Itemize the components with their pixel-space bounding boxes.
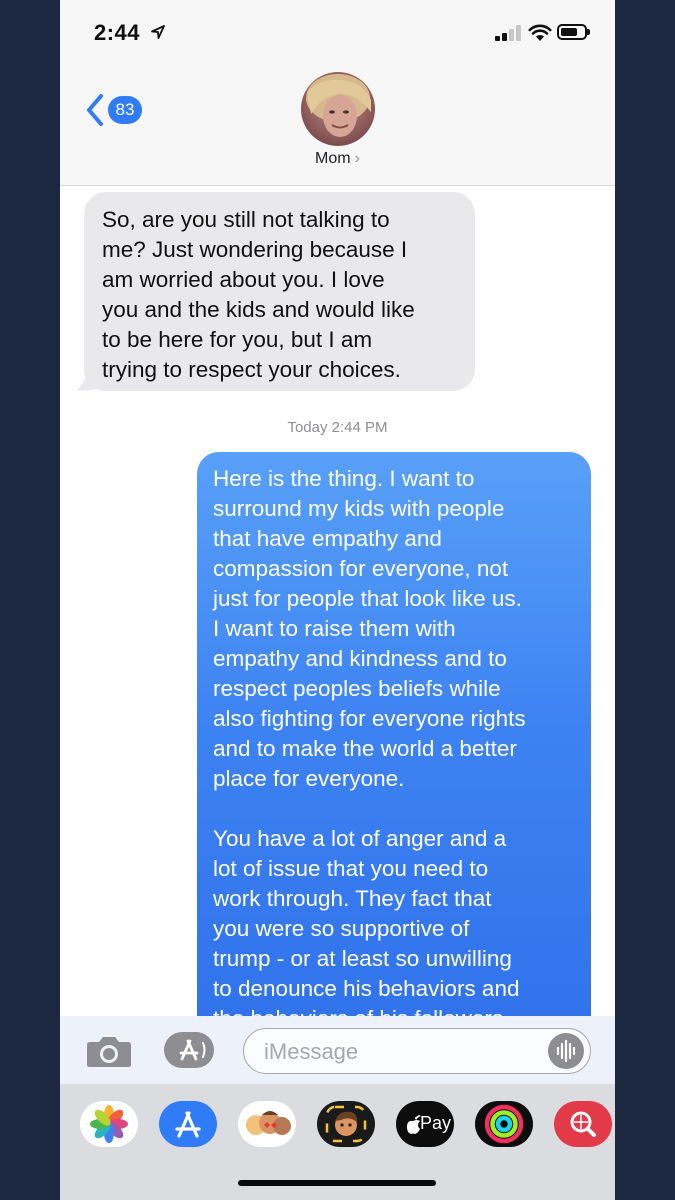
chevron-right-icon: ›	[354, 150, 360, 167]
message-line: also fighting for everyone rights	[213, 706, 526, 731]
message-line: You have a lot of anger and a	[213, 826, 507, 851]
message-paragraph: You have a lot of anger and a lot of iss…	[213, 824, 575, 1016]
photos-app-button[interactable]	[80, 1101, 138, 1147]
message-line: me? Just wondering because I	[102, 237, 408, 262]
apple-pay-button[interactable]: Pay	[396, 1101, 454, 1147]
app-drawer: Pay	[60, 1084, 615, 1200]
home-indicator[interactable]	[238, 1180, 436, 1186]
activity-app-button[interactable]	[475, 1101, 533, 1147]
message-line: trying to respect your choices.	[102, 357, 401, 382]
contact-photo	[301, 72, 375, 146]
animoji-icon	[325, 1105, 367, 1143]
message-line: So, are you still not talking to	[102, 207, 390, 232]
conversation-header: 83 Mom ›	[60, 70, 615, 186]
web-search-app-button[interactable]	[554, 1101, 612, 1147]
message-line: work through. They fact that	[213, 886, 492, 911]
battery-icon	[557, 24, 590, 40]
message-paragraph: Here is the thing. I want to surround my…	[213, 464, 575, 794]
message-line: trump - or at least so unwilling	[213, 946, 512, 971]
activity-icon	[484, 1104, 524, 1144]
cellular-signal-icon	[495, 25, 521, 41]
message-line: am worried about you. I love	[102, 267, 385, 292]
app-store-icon	[175, 1111, 201, 1138]
message-line: compassion for everyone, not	[213, 556, 509, 581]
compose-bar	[60, 1016, 615, 1084]
location-arrow-icon	[151, 25, 165, 39]
message-input-field[interactable]	[243, 1028, 591, 1074]
message-line: you were so supportive of	[213, 916, 470, 941]
message-line: that have empathy and	[213, 526, 442, 551]
message-timestamp: Today 2:44 PM	[287, 419, 388, 436]
message-line: I want to raise them with	[213, 616, 456, 641]
message-line: lot of issue that you need to	[213, 856, 489, 881]
app-store-button[interactable]	[164, 1032, 214, 1068]
message-line: to be here for you, but I am	[102, 327, 373, 352]
message-line: place for everyone.	[213, 766, 405, 791]
incoming-message-bubble[interactable]: So, are you still not talking to me? Jus…	[84, 192, 475, 391]
photos-icon	[90, 1105, 128, 1143]
contact-avatar[interactable]	[301, 72, 375, 146]
phone-screen: 2:44 83 Mom › So, are you still not talk…	[60, 0, 615, 1200]
message-line: empathy and kindness and to	[213, 646, 507, 671]
status-bar: 2:44	[60, 0, 615, 70]
message-line: Here is the thing. I want to	[213, 466, 475, 491]
message-line: and to make the world a better	[213, 736, 517, 761]
message-line: to denounce his behaviors and	[213, 976, 520, 1001]
status-time: 2:44	[94, 20, 141, 45]
app-store-app-button[interactable]	[159, 1101, 217, 1147]
contact-name[interactable]: Mom ›	[60, 150, 615, 168]
message-line: you and the kids and would like	[102, 297, 415, 322]
contact-name-label: Mom	[315, 150, 351, 167]
back-button[interactable]: 83	[84, 92, 164, 132]
message-line: the behaviors of his followers	[213, 1004, 575, 1016]
chevron-left-icon	[87, 94, 103, 126]
apple-pay-label: Pay	[420, 1113, 452, 1133]
unread-count-badge: 83	[108, 96, 142, 124]
memoji-stickers-icon	[246, 1111, 291, 1135]
app-store-icon	[179, 1039, 206, 1061]
outgoing-message-bubble[interactable]: Here is the thing. I want to surround my…	[197, 452, 591, 1016]
message-list[interactable]: So, are you still not talking to me? Jus…	[60, 186, 615, 1016]
audio-record-button[interactable]	[548, 1033, 584, 1069]
message-line: just for people that look like us.	[213, 586, 522, 611]
web-search-icon	[570, 1111, 596, 1137]
imessage-input[interactable]	[262, 1037, 536, 1067]
message-line: surround my kids with people	[213, 496, 505, 521]
wifi-icon	[528, 24, 552, 41]
camera-icon[interactable]	[86, 1034, 132, 1068]
memoji-stickers-button[interactable]	[238, 1101, 296, 1147]
waveform-icon	[556, 1039, 576, 1063]
message-line: respect peoples beliefs while	[213, 676, 501, 701]
animoji-button[interactable]	[317, 1101, 375, 1147]
